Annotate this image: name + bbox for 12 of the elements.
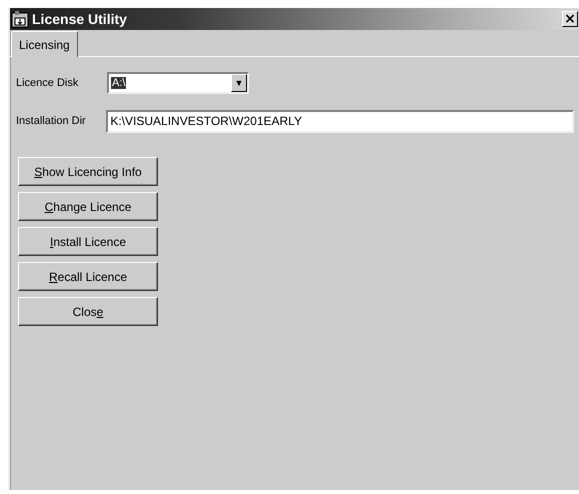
action-button[interactable]: Show Licencing Info <box>18 157 158 186</box>
window-title: License Utility <box>32 11 128 27</box>
close-button[interactable]: × <box>562 11 578 27</box>
action-button[interactable]: Install Licence <box>18 227 158 256</box>
input-field[interactable]: K:\VISUALINVESTOR\W201EARLY <box>106 110 574 132</box>
field-label: Licence Disk <box>16 77 80 89</box>
action-button[interactable]: Change Licence <box>18 192 158 221</box>
action-button[interactable]: Recall Licence <box>18 262 158 291</box>
field-label: Installation Dir <box>16 115 87 127</box>
action-button[interactable]: Close <box>18 297 158 326</box>
tab[interactable]: Licensing <box>11 31 78 57</box>
drive-dropdown[interactable]: A:\ ▼ <box>107 72 249 94</box>
